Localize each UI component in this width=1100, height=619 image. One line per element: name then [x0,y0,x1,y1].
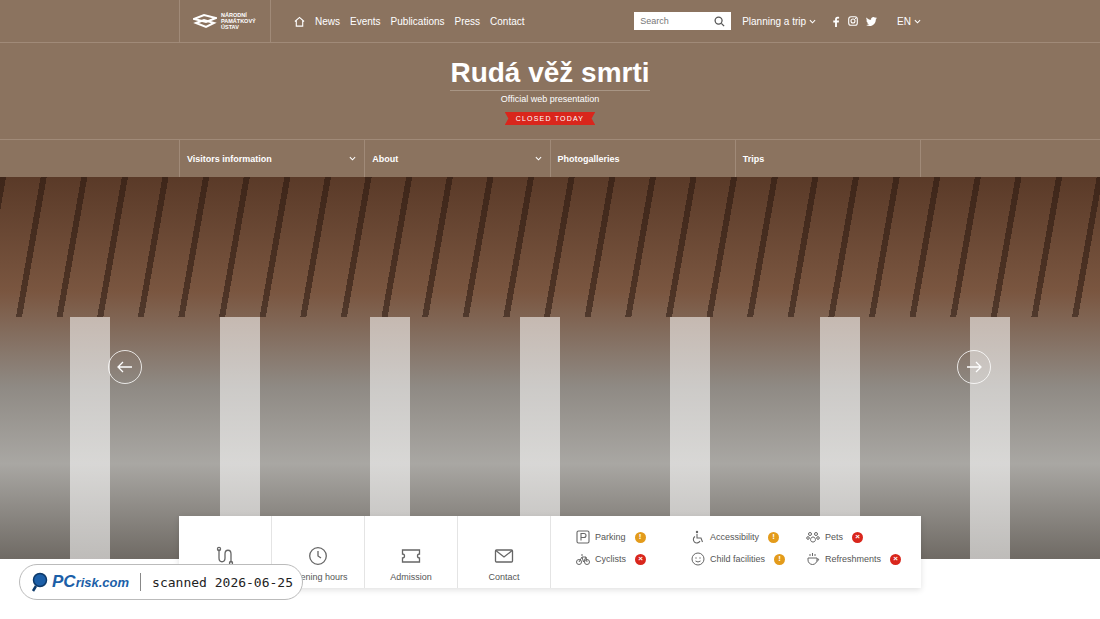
page: NÁRODNÍPAMÁTKOVÝÚSTAV News Events Publicati… [0,0,1100,619]
quick-link-label: Contact [488,572,519,582]
clock-icon [308,546,328,566]
amenity: Parking! [576,530,691,544]
magnifier-logo-icon [31,572,49,592]
amenity-label: Refreshments [825,554,881,564]
amenity-status-badge: × [635,554,646,565]
mail-icon [494,546,514,566]
amenity-status-badge: ! [774,554,785,565]
instagram-icon[interactable] [848,16,858,26]
quick-link-label: Admission [390,572,432,582]
paw-icon [806,530,820,544]
child-icon [691,552,705,566]
parking-icon [576,530,590,544]
ticket-icon [401,546,421,566]
subnav-item[interactable]: About [365,140,550,177]
chevron-down-icon [914,19,921,24]
amenity: Cyclists × [576,552,691,566]
logo-line: ÚSTAV [221,24,256,30]
logo-icon [193,13,217,29]
logo-text: NÁRODNÍPAMÁTKOVÝÚSTAV [221,12,256,30]
prev-slide-button[interactable] [108,350,142,384]
hero-photo [0,177,1100,559]
quick-link[interactable]: Contact [458,516,551,588]
nav-link[interactable]: Contact [490,16,524,27]
planning-dropdown[interactable]: Planning a trip [742,16,816,27]
watermark-text: scanned 2026-06-25 [152,575,293,590]
chevron-down-icon [535,156,542,161]
next-slide-button[interactable] [957,350,991,384]
amenity-status-badge: × [852,532,863,543]
amenities: Parking!Accessibility!Pets×Cyclists×Chil… [551,516,921,588]
twitter-icon[interactable] [866,17,877,26]
amenity-label: Parking [595,532,626,542]
route-icon [215,546,235,566]
logo-line: PAMÁTKOVÝ [221,18,256,24]
watermark-brand: PCrisk.com [52,572,129,592]
page-subtitle: Official web presentation [501,94,599,104]
amenity-status-badge: × [890,554,901,565]
amenity: Child facilities! [691,552,806,566]
nav-link[interactable]: Events [350,16,381,27]
facebook-icon[interactable] [832,16,840,27]
amenity-status-badge: ! [768,532,779,543]
search-icon[interactable] [714,16,725,27]
quick-link[interactable]: Admission [365,516,458,588]
amenity: Accessibility! [691,530,806,544]
chevron-down-icon [349,156,356,161]
photo-roof [0,177,1100,317]
subnav-item[interactable]: Photogalleries [551,140,736,177]
subnav-item[interactable]: Trips [736,140,921,177]
logo-line: NÁRODNÍ [221,12,256,18]
status-badge: CLOSED TODAY [505,112,595,125]
bike-icon [576,552,590,566]
amenity-status-badge: ! [635,532,646,543]
nav-link[interactable]: Press [455,16,481,27]
top-bar: NÁRODNÍPAMÁTKOVÝÚSTAV News Events Publicati… [0,0,1100,43]
cup-icon [806,552,820,566]
subnav-item[interactable]: Visitors information [180,140,365,177]
sub-nav: Visitors informationAboutPhotogalleriesT… [0,139,1100,177]
search-placeholder: Search [640,16,669,26]
title-section: Rudá věž smrti Official web presentation C… [0,43,1100,139]
amenity-label: Child facilities [710,554,765,564]
amenity: Pets × [806,530,921,544]
amenity: Refreshments × [806,552,921,566]
logo[interactable]: NÁRODNÍPAMÁTKOVÝÚSTAV [179,0,271,42]
arrow-right-icon [966,361,982,373]
search-field[interactable]: Search [634,12,731,30]
amenity-label: Pets [825,532,843,542]
main-nav: News Events Publications Press Contact [294,16,525,27]
social-links [832,16,877,27]
watermark-divider [140,573,141,591]
language-dropdown[interactable]: EN [897,16,921,27]
chevron-down-icon [809,19,816,24]
wheelchair-icon [691,530,705,544]
amenity-label: Accessibility [710,532,759,542]
page-title: Rudá věž smrti [450,57,649,91]
watermark: PCrisk.com scanned 2026-06-25 [19,564,303,600]
home-icon[interactable] [294,16,305,27]
amenity-label: Cyclists [595,554,626,564]
nav-link[interactable]: News [315,16,340,27]
nav-link[interactable]: Publications [391,16,445,27]
arrow-left-icon [117,361,133,373]
